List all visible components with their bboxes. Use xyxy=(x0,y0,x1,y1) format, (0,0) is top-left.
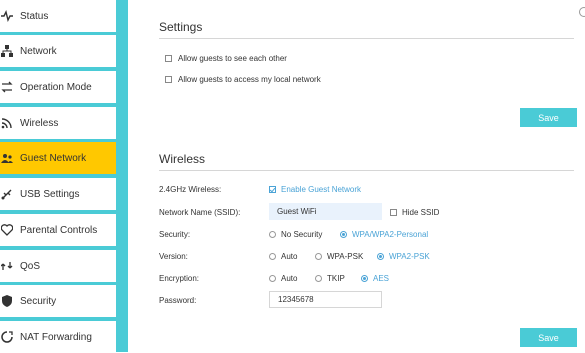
shield-icon xyxy=(0,294,14,308)
radio-label: WPA/WPA2-Personal xyxy=(352,230,429,239)
sidebar-item-label: Security xyxy=(20,295,57,307)
radio-label: No Security xyxy=(281,230,323,239)
guest-network-icon xyxy=(0,151,14,165)
allow-guests-local-network-checkbox[interactable]: Allow guests to access my local network xyxy=(165,75,321,84)
sidebar-item-label: QoS xyxy=(20,260,41,272)
nat-forwarding-icon xyxy=(0,330,14,344)
sidebar-item-security[interactable]: Security xyxy=(0,285,116,317)
ssid-input[interactable] xyxy=(269,203,382,220)
qos-icon xyxy=(0,259,14,273)
sidebar-item-network[interactable]: Network xyxy=(0,35,116,67)
sidebar-item-operation-mode[interactable]: Operation Mode xyxy=(0,71,116,103)
parental-controls-icon xyxy=(0,223,14,237)
sidebar-item-nat-forwarding[interactable]: NAT Forwarding xyxy=(0,321,116,353)
radio-label: WPA2-PSK xyxy=(389,252,430,261)
version-radio-wpa2-psk[interactable]: WPA2-PSK xyxy=(377,252,430,261)
settings-save-button[interactable]: Save xyxy=(520,108,577,127)
hide-ssid-checkbox[interactable]: Hide SSID xyxy=(390,208,439,217)
pulse-icon xyxy=(0,9,14,23)
security-radio-no-security[interactable]: No Security xyxy=(269,230,322,239)
allow-guests-see-each-other-checkbox[interactable]: Allow guests to see each other xyxy=(165,54,287,63)
band-label: 2.4GHz Wireless: xyxy=(159,185,222,194)
radio-label: WPA-PSK xyxy=(327,252,364,261)
sidebar-item-label: Operation Mode xyxy=(20,81,92,93)
security-radio-wpa-personal[interactable]: WPA/WPA2-Personal xyxy=(340,230,428,239)
hide-ssid-label: Hide SSID xyxy=(402,208,440,217)
checkbox-box[interactable] xyxy=(165,55,172,62)
enable-guest-network-label: Enable Guest Network xyxy=(281,185,362,194)
encryption-radio-auto[interactable]: Auto xyxy=(269,274,297,283)
radio-dot[interactable] xyxy=(340,231,347,238)
network-icon xyxy=(0,44,14,58)
settings-title: Settings xyxy=(159,20,203,34)
version-radio-auto[interactable]: Auto xyxy=(269,252,297,261)
radio-label: Auto xyxy=(281,252,298,261)
checkbox-label: Allow guests to access my local network xyxy=(178,75,321,84)
sidebar-item-label: Network xyxy=(20,45,57,57)
checkbox-box[interactable] xyxy=(390,209,397,216)
radio-dot[interactable] xyxy=(269,253,276,260)
security-label: Security: xyxy=(159,230,191,239)
encryption-radio-tkip[interactable]: TKIP xyxy=(315,274,345,283)
sidebar-item-label: Status xyxy=(20,10,49,22)
wifi-icon xyxy=(0,116,14,130)
password-input[interactable] xyxy=(269,291,382,308)
radio-dot[interactable] xyxy=(269,231,276,238)
operation-mode-icon xyxy=(0,80,14,94)
sidebar-item-usb-settings[interactable]: USB Settings xyxy=(0,178,116,210)
sidebar-item-qos[interactable]: QoS xyxy=(0,250,116,282)
sidebar-item-label: Parental Controls xyxy=(20,224,98,236)
checkbox-label: Allow guests to see each other xyxy=(178,54,287,63)
main-content: Settings Allow guests to see each other … xyxy=(128,0,585,352)
wireless-divider xyxy=(159,170,574,171)
version-label: Version: xyxy=(159,252,188,261)
wireless-title: Wireless xyxy=(159,152,206,166)
sidebar-item-label: Wireless xyxy=(20,117,59,129)
radio-label: TKIP xyxy=(327,274,345,283)
version-radio-wpa-psk[interactable]: WPA-PSK xyxy=(315,252,363,261)
checkbox-box[interactable] xyxy=(269,186,276,193)
ssid-label: Network Name (SSID): xyxy=(159,208,241,217)
sidebar-item-label: Guest Network xyxy=(20,152,87,164)
sidebar-item-guest-network[interactable]: Guest Network xyxy=(0,142,116,174)
wireless-save-button[interactable]: Save xyxy=(520,328,577,347)
sidebar-item-wireless[interactable]: Wireless xyxy=(0,107,116,139)
radio-label: Auto xyxy=(281,274,298,283)
radio-label: AES xyxy=(373,274,390,283)
sidebar-item-label: NAT Forwarding xyxy=(20,331,92,343)
sidebar-item-parental-controls[interactable]: Parental Controls xyxy=(0,214,116,246)
encryption-radio-aes[interactable]: AES xyxy=(361,274,389,283)
help-icon[interactable] xyxy=(579,7,585,17)
radio-dot[interactable] xyxy=(315,275,322,282)
usb-icon xyxy=(0,187,14,201)
settings-divider xyxy=(159,38,574,39)
password-label: Password: xyxy=(159,296,197,305)
radio-dot[interactable] xyxy=(361,275,368,282)
sidebar-item-status[interactable]: Status xyxy=(0,0,116,32)
checkbox-box[interactable] xyxy=(165,76,172,83)
sidebar: Status Network Operation Mode Wireless G… xyxy=(0,0,128,353)
radio-dot[interactable] xyxy=(269,275,276,282)
encryption-label: Encryption: xyxy=(159,274,200,283)
radio-dot[interactable] xyxy=(377,253,384,260)
radio-dot[interactable] xyxy=(315,253,322,260)
sidebar-item-label: USB Settings xyxy=(20,188,80,200)
enable-guest-network-checkbox[interactable]: Enable Guest Network xyxy=(269,185,361,194)
